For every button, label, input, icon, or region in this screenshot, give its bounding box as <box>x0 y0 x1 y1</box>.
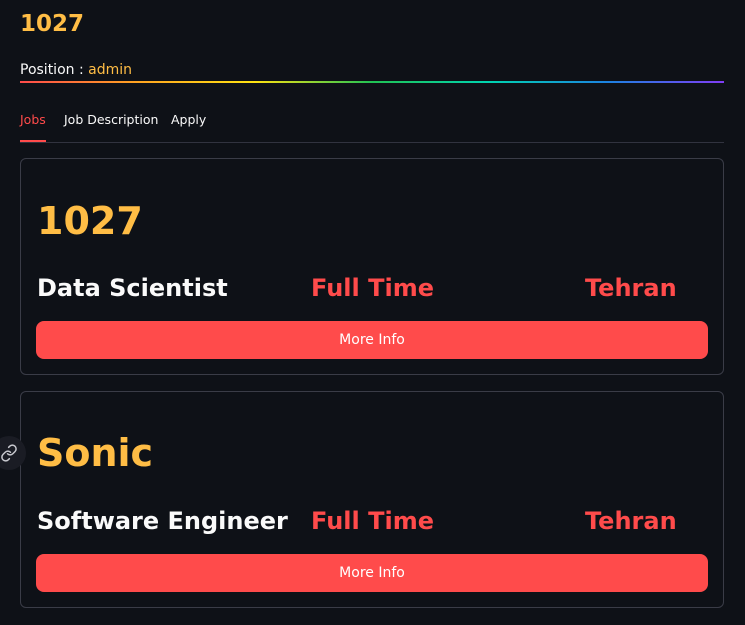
job-title: Software Engineer <box>37 507 288 535</box>
page-title: 1027 <box>20 11 85 37</box>
job-card: Sonic Software Engineer Full Time Tehran… <box>20 391 724 608</box>
position-line: Position : admin <box>20 60 132 80</box>
tab-apply[interactable]: Apply <box>171 106 206 140</box>
page: 1027 Position : admin Jobs Job Descripti… <box>0 0 745 625</box>
rainbow-divider <box>20 81 724 83</box>
job-type: Full Time <box>311 274 434 302</box>
job-location: Tehran <box>585 507 677 535</box>
job-location: Tehran <box>585 274 677 302</box>
tab-bar: Jobs Job Description Apply <box>20 106 724 143</box>
more-info-button[interactable]: More Info <box>36 321 708 359</box>
job-name: 1027 <box>37 199 143 243</box>
tab-jobs[interactable]: Jobs <box>20 106 46 142</box>
position-value: admin <box>88 62 133 78</box>
job-card: 1027 Data Scientist Full Time Tehran Mor… <box>20 158 724 375</box>
position-label: Position : <box>20 62 89 78</box>
tab-job-description[interactable]: Job Description <box>64 106 158 140</box>
job-name: Sonic <box>37 431 154 475</box>
job-title: Data Scientist <box>37 274 228 302</box>
job-type: Full Time <box>311 507 434 535</box>
more-info-button[interactable]: More Info <box>36 554 708 592</box>
